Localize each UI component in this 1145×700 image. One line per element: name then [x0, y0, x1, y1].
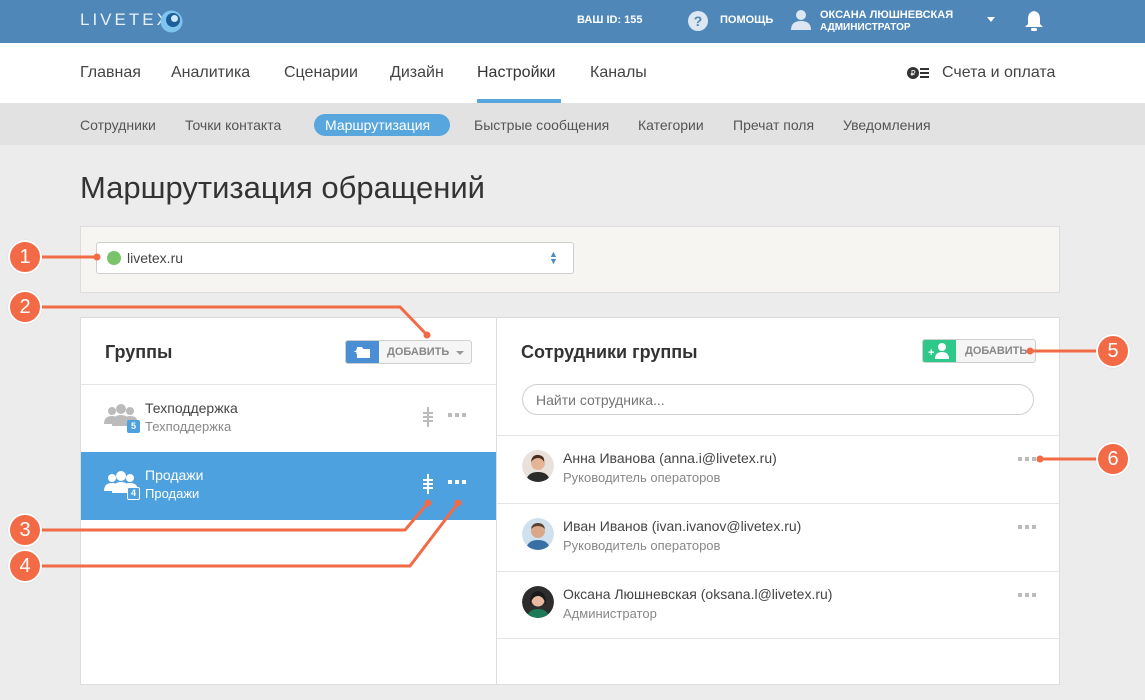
nav-item-settings[interactable]: Настройки [477, 64, 555, 82]
subnav-item-categories[interactable]: Категории [638, 117, 704, 133]
add-group-label: ДОБАВИТЬ [387, 346, 450, 358]
more-icon[interactable] [1018, 593, 1036, 597]
group-name: Продажи [145, 467, 204, 483]
avatar [522, 450, 554, 482]
subnav-item-employees[interactable]: Сотрудники [80, 117, 156, 133]
member-search-input[interactable] [522, 384, 1034, 415]
svg-text:₽: ₽ [910, 69, 915, 78]
group-count-badge: 5 [127, 420, 140, 433]
bell-icon[interactable] [1024, 10, 1044, 32]
callout-badge: 5 [1096, 334, 1130, 368]
member-name: Анна Иванова (anna.i@livetex.ru) [563, 450, 777, 466]
callout-badge: 4 [8, 549, 42, 583]
logo-icon [160, 10, 183, 33]
nav-item-home[interactable]: Главная [80, 64, 141, 82]
top-bar: LIVETEX ВАШ ID: 155 ? ПОМОЩЬ ОКСАНА ЛЮШН… [0, 0, 1145, 43]
group-row-selected[interactable]: 4 Продажи Продажи [81, 452, 496, 520]
groups-title: Группы [105, 342, 173, 362]
help-icon[interactable]: ? [688, 11, 708, 31]
callout-badge: 2 [8, 290, 42, 324]
add-user-icon: + [923, 340, 956, 362]
svg-text:+: + [354, 347, 360, 358]
members-title: Сотрудники группы [521, 342, 698, 362]
member-role: Руководитель операторов [563, 470, 721, 485]
groups-panel: Группы + ДОБАВИТЬ 5 Техподдержка Техподд… [80, 317, 497, 685]
avatar [522, 586, 554, 618]
nav-item-design[interactable]: Дизайн [390, 64, 444, 82]
group-subtitle: Продажи [145, 486, 200, 501]
logo-text: LIVETEX [80, 10, 171, 29]
more-icon[interactable] [448, 413, 466, 417]
sub-nav: Сотрудники Точки контакта Маршрутизация … [0, 103, 1145, 145]
svg-text:+: + [928, 347, 934, 359]
user-role: АДМИНИСТРАТОР [820, 22, 911, 33]
callout-badge: 1 [8, 240, 42, 274]
site-panel: livetex.ru ▲ ▼ [80, 226, 1060, 293]
avatar [522, 518, 554, 550]
user-id: ВАШ ID: 155 [577, 14, 643, 26]
help-link[interactable]: ПОМОЩЬ [720, 14, 773, 26]
nav-item-scenarios[interactable]: Сценарии [284, 64, 358, 82]
add-folder-icon: + [346, 341, 379, 363]
add-group-button[interactable]: + ДОБАВИТЬ [345, 340, 472, 364]
group-name: Техподдержка [145, 400, 238, 416]
sort-icon[interactable] [421, 474, 435, 494]
globe-icon [107, 251, 121, 265]
sort-icon[interactable] [421, 407, 435, 427]
chevron-down-icon [456, 351, 464, 355]
callout-badge: 6 [1096, 442, 1130, 476]
user-icon [791, 10, 811, 30]
page-title: Маршрутизация обращений [80, 170, 485, 205]
member-name: Иван Иванов (ivan.ivanov@livetex.ru) [563, 518, 802, 534]
add-member-button[interactable]: + ДОБАВИТЬ [922, 339, 1036, 363]
member-row[interactable]: Оксана Люшневская (oksana.l@livetex.ru) … [497, 571, 1059, 639]
subnav-item-routing[interactable]: Маршрутизация [325, 117, 430, 133]
subnav-item-prechat-fields[interactable]: Пречат поля [733, 117, 814, 133]
billing-link[interactable]: Счета и оплата [942, 64, 1055, 82]
more-icon[interactable] [448, 480, 466, 484]
member-row[interactable]: Анна Иванова (anna.i@livetex.ru) Руковод… [497, 435, 1059, 503]
group-count-badge: 4 [127, 487, 140, 500]
chevron-down-icon[interactable] [987, 17, 995, 22]
member-row[interactable]: Иван Иванов (ivan.ivanov@livetex.ru) Рук… [497, 503, 1059, 571]
updown-icon: ▲ ▼ [549, 249, 558, 266]
callout-badge: 3 [8, 513, 42, 547]
subnav-item-quick-messages[interactable]: Быстрые сообщения [474, 117, 609, 133]
member-role: Руководитель операторов [563, 538, 721, 553]
user-name[interactable]: ОКСАНА ЛЮШНЕВСКАЯ [820, 9, 953, 21]
members-panel: Сотрудники группы + ДОБАВИТЬ Анна Иванов… [496, 317, 1060, 685]
subnav-item-notifications[interactable]: Уведомления [843, 117, 931, 133]
nav-item-channels[interactable]: Каналы [590, 64, 647, 82]
site-select-value: livetex.ru [127, 250, 184, 266]
subnav-item-contact-points[interactable]: Точки контакта [185, 117, 281, 133]
more-icon[interactable] [1018, 457, 1036, 461]
site-select[interactable]: livetex.ru ▲ ▼ [96, 242, 574, 274]
group-subtitle: Техподдержка [145, 419, 232, 434]
member-name: Оксана Люшневская (oksana.l@livetex.ru) [563, 586, 833, 602]
billing-icon: ₽ [907, 67, 929, 79]
group-row[interactable]: 5 Техподдержка Техподдержка [81, 384, 496, 452]
member-role: Администратор [563, 606, 657, 621]
add-member-label: ДОБАВИТЬ [965, 345, 1028, 357]
more-icon[interactable] [1018, 525, 1036, 529]
main-nav: Главная Аналитика Сценарии Дизайн Настро… [0, 43, 1145, 103]
nav-item-analytics[interactable]: Аналитика [171, 64, 250, 82]
